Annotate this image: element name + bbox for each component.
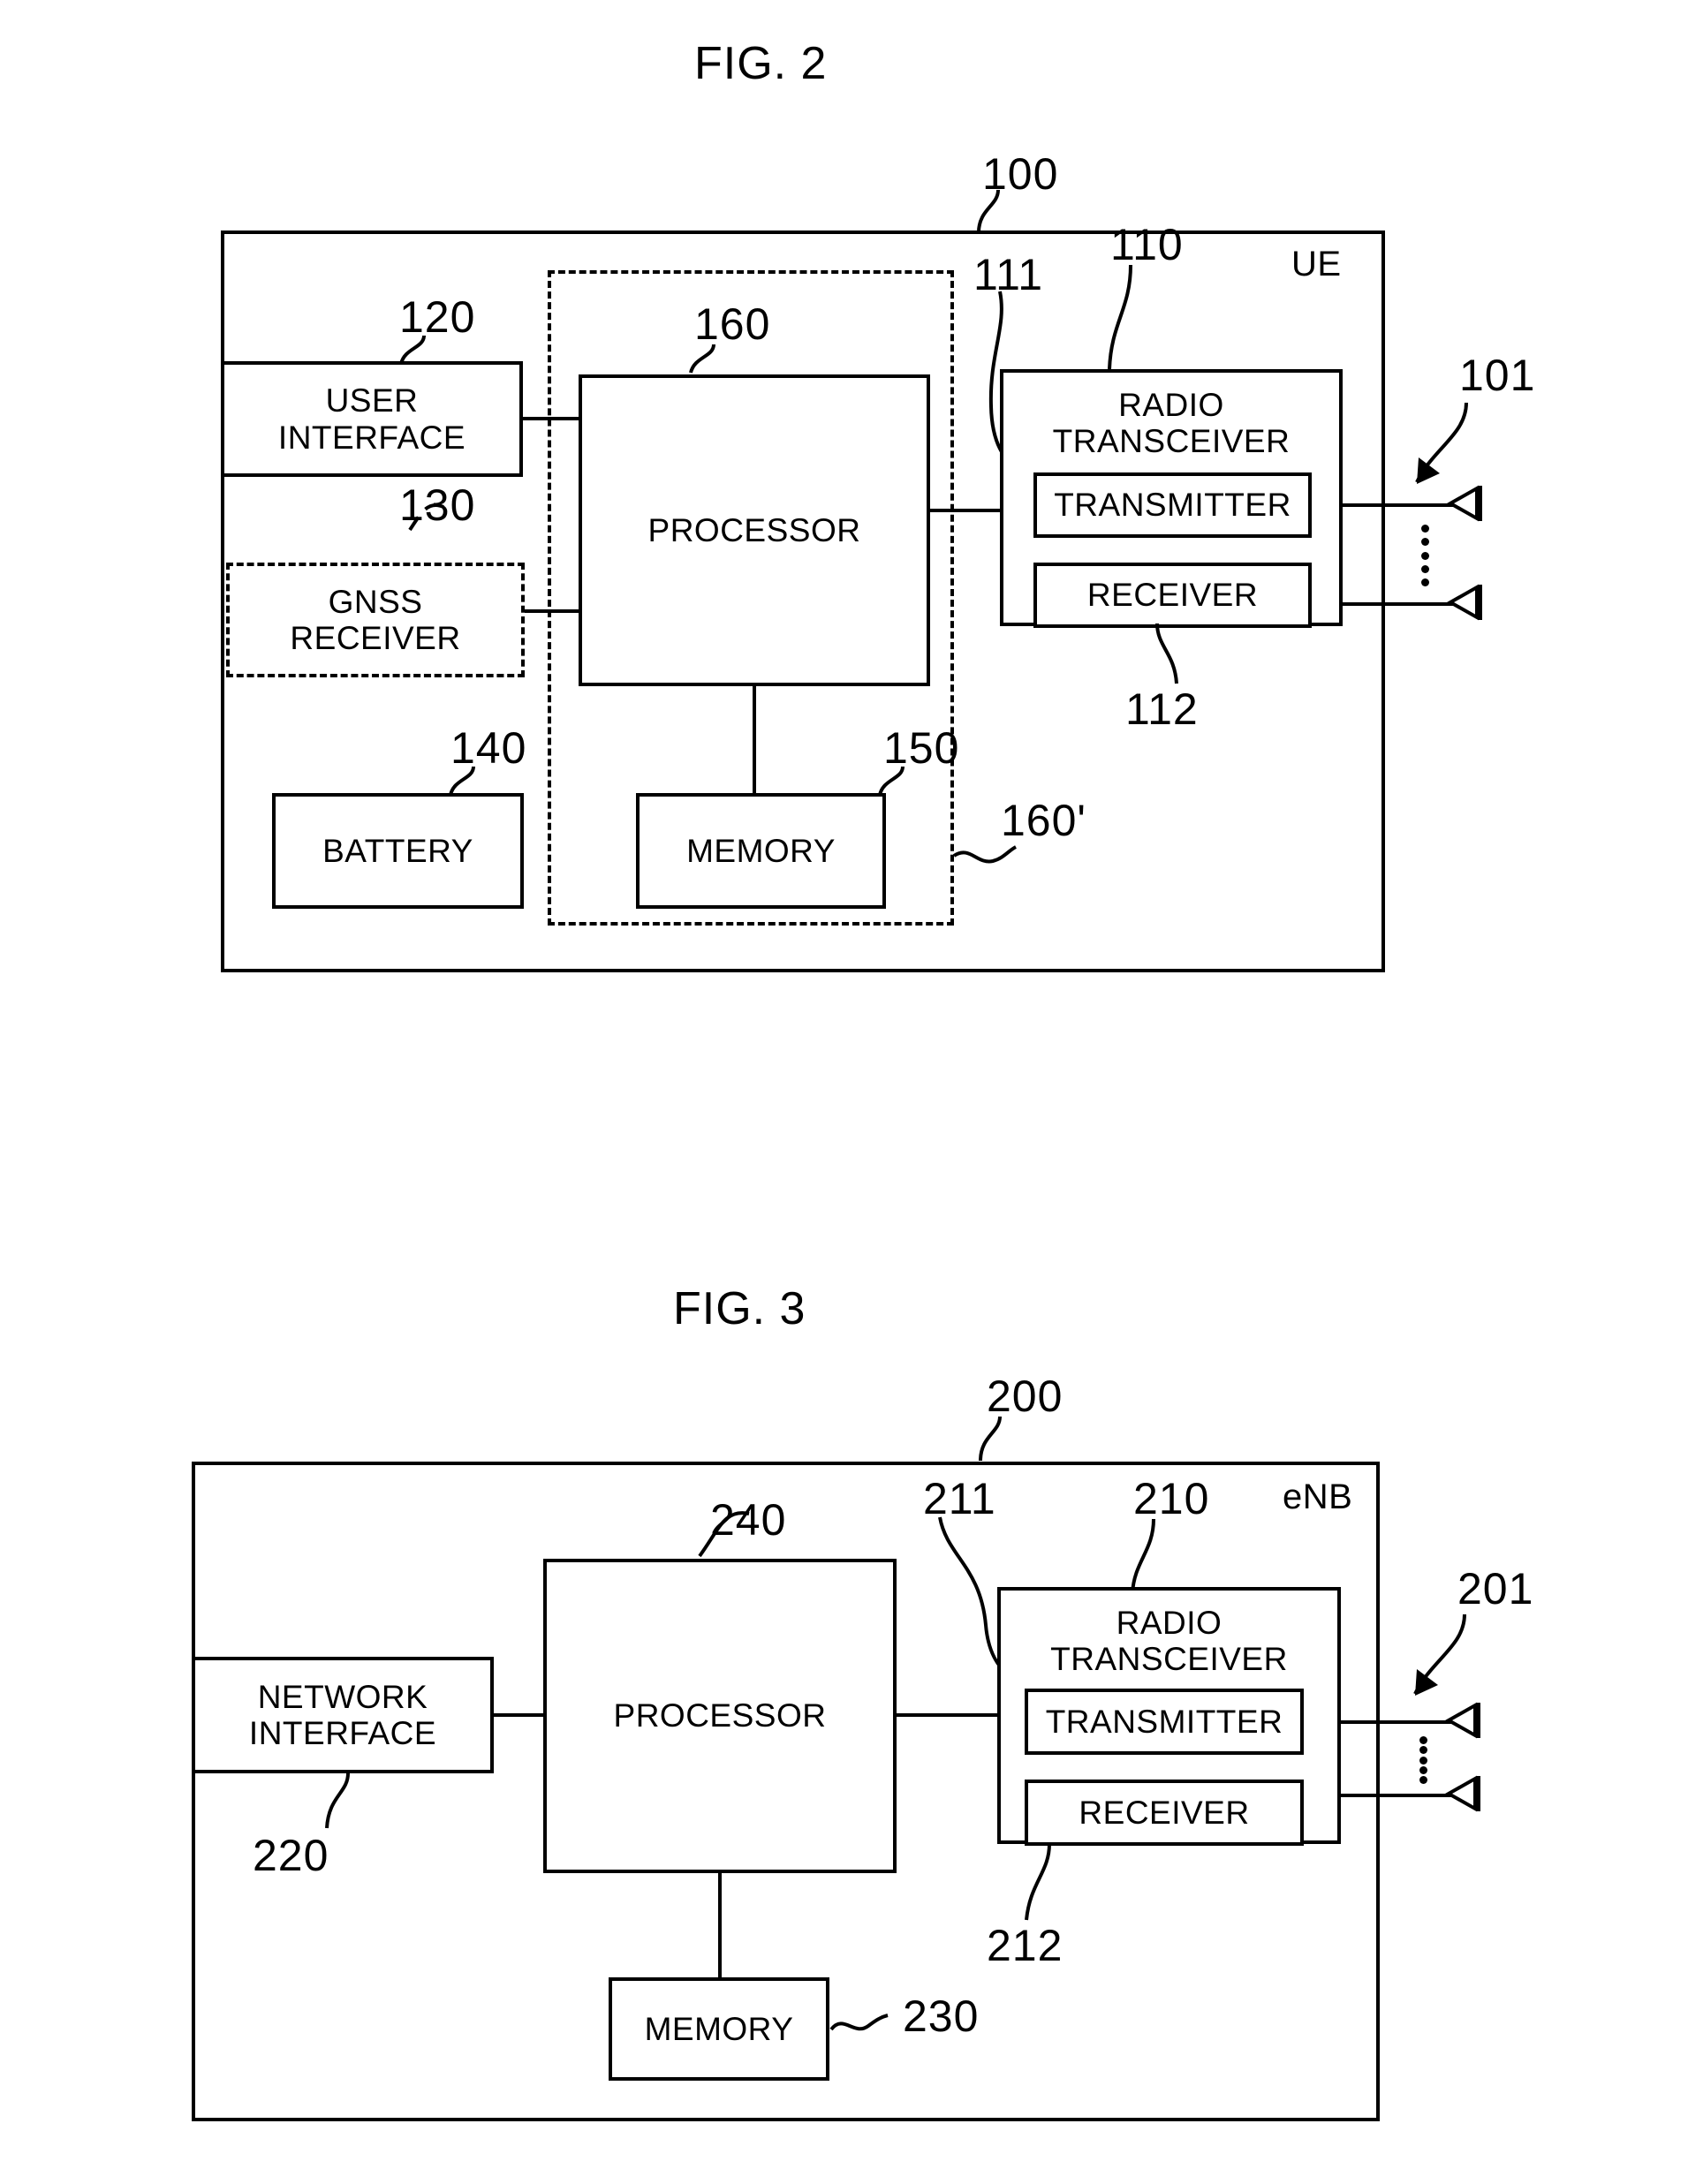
network-interface-label: NETWORK INTERFACE — [248, 1678, 437, 1751]
gnss-receiver-block: GNSS RECEIVER — [226, 563, 525, 677]
memory-block-enb: MEMORY — [609, 1977, 829, 2081]
reference-numeral-160: 160 — [694, 299, 771, 349]
network-interface-block: NETWORK INTERFACE — [192, 1657, 494, 1773]
transmitter-antenna-feed — [1343, 503, 1454, 507]
processor-label-enb: PROCESSOR — [613, 1697, 827, 1734]
receiver-block: RECEIVER — [1033, 563, 1312, 628]
antenna-icon-bottom — [1446, 583, 1486, 628]
processor-label: PROCESSOR — [647, 511, 861, 548]
processor-block-enb: PROCESSOR — [543, 1559, 897, 1873]
processor-memory-connector — [753, 686, 756, 793]
antenna-ellipsis — [1420, 525, 1429, 586]
processor-radio-connector-enb — [897, 1713, 997, 1717]
reference-numeral-160-prime: 160' — [1001, 796, 1086, 845]
reference-numeral-210: 210 — [1133, 1474, 1210, 1523]
reference-numeral-212: 212 — [987, 1921, 1064, 1970]
transmitter-label-enb: TRANSMITTER — [1045, 1703, 1283, 1740]
user-interface-block: USER INTERFACE — [221, 361, 523, 477]
transmitter-block-enb: TRANSMITTER — [1025, 1689, 1304, 1755]
gnss-receiver-label: GNSS RECEIVER — [290, 583, 461, 656]
memory-label: MEMORY — [686, 832, 836, 869]
figure-3-title: FIG. 3 — [673, 1283, 806, 1334]
receiver-antenna-feed — [1343, 602, 1454, 606]
processor-radio-connector — [930, 509, 1000, 512]
memory-block: MEMORY — [636, 793, 886, 909]
enb-device-tag: eNB — [1283, 1477, 1353, 1516]
transmitter-label: TRANSMITTER — [1054, 487, 1291, 524]
leader-line-110 — [1095, 264, 1157, 375]
gnss-processor-connector — [525, 609, 579, 613]
receiver-block-enb: RECEIVER — [1025, 1780, 1304, 1846]
processor-block: PROCESSOR — [579, 374, 930, 686]
leader-line-230 — [829, 2006, 900, 2042]
leader-line-240 — [661, 1510, 758, 1563]
reference-numeral-230: 230 — [903, 1991, 980, 2041]
transmitter-antenna-feed-enb — [1341, 1720, 1452, 1724]
receiver-antenna-feed-enb — [1341, 1794, 1452, 1797]
radio-transceiver-label: RADIO TRANSCEIVER — [1052, 387, 1291, 460]
battery-label: BATTERY — [322, 832, 473, 869]
leader-arrow-201 — [1396, 1611, 1493, 1710]
figure-2-title: FIG. 2 — [694, 38, 828, 89]
battery-block: BATTERY — [272, 793, 524, 909]
receiver-label-enb: RECEIVER — [1079, 1794, 1250, 1831]
leader-arrow-101 — [1397, 399, 1495, 498]
reference-numeral-110: 110 — [1110, 220, 1184, 269]
reference-numeral-201: 201 — [1457, 1564, 1534, 1613]
processor-memory-connector-enb — [718, 1873, 722, 1977]
user-interface-label: USER INTERFACE — [277, 382, 466, 456]
leader-line-200 — [972, 1416, 1033, 1468]
leader-line-130 — [369, 493, 449, 537]
leader-line-220 — [291, 1772, 371, 1833]
reference-numeral-101: 101 — [1459, 351, 1536, 400]
ue-device-tag: UE — [1291, 245, 1342, 283]
radio-transceiver-label-enb: RADIO TRANSCEIVER — [1050, 1605, 1288, 1678]
network-interface-processor-connector — [494, 1713, 543, 1717]
antenna-ellipsis-enb — [1419, 1736, 1427, 1784]
reference-numeral-200: 200 — [987, 1372, 1064, 1421]
receiver-label: RECEIVER — [1086, 577, 1259, 614]
leader-line-160-prime — [950, 843, 1030, 873]
antenna-icon-bottom-enb — [1444, 1774, 1484, 1819]
transmitter-block: TRANSMITTER — [1033, 472, 1312, 538]
ui-processor-connector — [523, 417, 579, 420]
leader-line-112 — [1139, 623, 1201, 690]
reference-numeral-220: 220 — [253, 1831, 329, 1880]
leader-line-212 — [1014, 1843, 1085, 1925]
reference-numeral-112: 112 — [1125, 684, 1199, 734]
memory-label-enb: MEMORY — [644, 2010, 794, 2047]
